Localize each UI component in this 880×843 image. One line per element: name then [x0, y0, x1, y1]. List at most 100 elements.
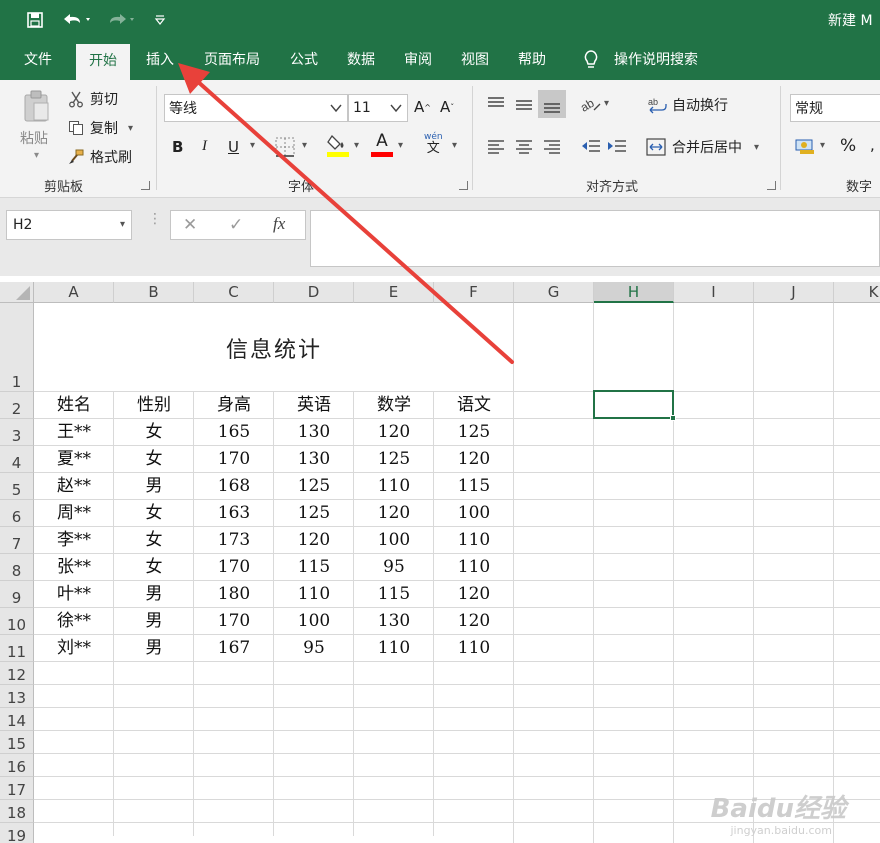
table-cell[interactable]: 夏**: [34, 446, 114, 473]
comma-style-button[interactable]: ,: [870, 136, 875, 154]
table-cell[interactable]: 115: [274, 554, 354, 581]
clipboard-icon[interactable]: [18, 88, 56, 124]
table-cell[interactable]: 130: [354, 608, 434, 635]
table-cell[interactable]: 120: [354, 419, 434, 446]
table-cell[interactable]: 110: [434, 554, 514, 581]
table-cell[interactable]: 120: [434, 446, 514, 473]
table-cell[interactable]: 性别: [114, 392, 194, 419]
table-cell[interactable]: 110: [354, 473, 434, 500]
phonetic-dropdown-icon[interactable]: ▾: [452, 140, 457, 151]
font-launcher-icon[interactable]: [459, 181, 468, 190]
table-cell[interactable]: 120: [434, 608, 514, 635]
column-header-g[interactable]: G: [514, 282, 594, 303]
align-middle-icon[interactable]: [514, 94, 534, 114]
table-cell[interactable]: 男: [114, 608, 194, 635]
align-right-icon[interactable]: [542, 136, 562, 156]
grow-font-icon[interactable]: A ^: [414, 98, 431, 116]
wrap-text-button[interactable]: ab 自动换行: [648, 94, 728, 116]
name-box[interactable]: H2 ▾: [6, 210, 132, 240]
row-header-15[interactable]: 15: [0, 731, 34, 754]
column-header-h[interactable]: H: [594, 282, 674, 303]
table-cell[interactable]: 男: [114, 473, 194, 500]
accounting-format-icon[interactable]: [794, 136, 816, 156]
tab-review[interactable]: 审阅: [394, 40, 442, 80]
align-top-icon[interactable]: [486, 94, 506, 114]
cut-button[interactable]: 剪切: [66, 88, 118, 110]
table-cell[interactable]: 李**: [34, 527, 114, 554]
merge-center-button[interactable]: 合并后居中 ▾: [646, 136, 759, 158]
table-cell[interactable]: 语文: [434, 392, 514, 419]
row-header-8[interactable]: 8: [0, 554, 34, 581]
column-header-c[interactable]: C: [194, 282, 274, 303]
table-cell[interactable]: 女: [114, 446, 194, 473]
tab-data[interactable]: 数据: [337, 40, 385, 80]
table-cell[interactable]: 身高: [194, 392, 274, 419]
fill-color-dropdown-icon[interactable]: ▾: [354, 140, 359, 151]
table-cell[interactable]: 110: [274, 581, 354, 608]
table-cell[interactable]: 刘**: [34, 635, 114, 662]
row-header-13[interactable]: 13: [0, 685, 34, 708]
shrink-font-icon[interactable]: Aˇ: [440, 98, 454, 116]
underline-button[interactable]: U: [228, 138, 239, 156]
borders-dropdown-icon[interactable]: ▾: [302, 140, 307, 151]
column-header-f[interactable]: F: [434, 282, 514, 303]
save-icon[interactable]: [22, 8, 48, 32]
phonetic-guide-button[interactable]: wén 文: [424, 132, 443, 156]
tab-help[interactable]: 帮助: [508, 40, 556, 80]
column-header-a[interactable]: A: [34, 282, 114, 303]
row-header-12[interactable]: 12: [0, 662, 34, 685]
table-cell[interactable]: 110: [354, 635, 434, 662]
align-bottom-icon[interactable]: [538, 90, 566, 118]
underline-dropdown-icon[interactable]: ▾: [250, 140, 255, 151]
alignment-launcher-icon[interactable]: [767, 181, 776, 190]
paste-button[interactable]: 粘贴: [20, 128, 48, 148]
row-header-7[interactable]: 7: [0, 527, 34, 554]
column-header-e[interactable]: E: [354, 282, 434, 303]
enter-icon[interactable]: ✓: [229, 215, 243, 235]
table-cell[interactable]: 女: [114, 419, 194, 446]
increase-indent-icon[interactable]: [606, 136, 628, 156]
align-center-icon[interactable]: [514, 136, 534, 156]
drag-handle-icon[interactable]: ⋮: [148, 212, 162, 226]
table-cell[interactable]: 130: [274, 446, 354, 473]
table-cell[interactable]: 165: [194, 419, 274, 446]
row-header-17[interactable]: 17: [0, 777, 34, 800]
copy-button[interactable]: 复制 ▾: [66, 117, 133, 139]
insert-function-icon[interactable]: fx: [273, 214, 285, 234]
tab-insert[interactable]: 插入: [136, 40, 184, 80]
table-cell[interactable]: 95: [354, 554, 434, 581]
table-cell[interactable]: 170: [194, 446, 274, 473]
tab-page-layout[interactable]: 页面布局: [196, 40, 268, 80]
table-cell[interactable]: 周**: [34, 500, 114, 527]
column-header-j[interactable]: J: [754, 282, 834, 303]
tab-view[interactable]: 视图: [451, 40, 499, 80]
table-cell[interactable]: 100: [434, 500, 514, 527]
bold-button[interactable]: B: [172, 138, 183, 156]
table-cell[interactable]: 女: [114, 500, 194, 527]
column-header-k[interactable]: K: [834, 282, 880, 303]
name-box-dropdown-icon[interactable]: ▾: [120, 211, 125, 239]
select-all-corner[interactable]: [0, 282, 34, 303]
table-cell[interactable]: 100: [354, 527, 434, 554]
font-name-select[interactable]: 等线: [164, 94, 348, 122]
row-header-4[interactable]: 4: [0, 446, 34, 473]
table-cell[interactable]: 115: [434, 473, 514, 500]
table-cell[interactable]: 167: [194, 635, 274, 662]
orientation-dropdown-icon[interactable]: ▾: [604, 98, 609, 109]
table-cell[interactable]: 95: [274, 635, 354, 662]
table-cell[interactable]: 叶**: [34, 581, 114, 608]
table-cell[interactable]: 170: [194, 608, 274, 635]
font-color-button[interactable]: A: [370, 132, 394, 157]
table-cell[interactable]: 120: [354, 500, 434, 527]
table-cell[interactable]: 173: [194, 527, 274, 554]
fill-color-icon[interactable]: [326, 132, 350, 158]
row-header-10[interactable]: 10: [0, 608, 34, 635]
table-cell[interactable]: 125: [354, 446, 434, 473]
table-cell[interactable]: 女: [114, 527, 194, 554]
font-color-dropdown-icon[interactable]: ▾: [398, 140, 403, 151]
customize-icon[interactable]: [150, 8, 170, 32]
active-cell-selection[interactable]: [593, 390, 676, 421]
table-cell[interactable]: 163: [194, 500, 274, 527]
row-header-9[interactable]: 9: [0, 581, 34, 608]
table-cell[interactable]: 王**: [34, 419, 114, 446]
